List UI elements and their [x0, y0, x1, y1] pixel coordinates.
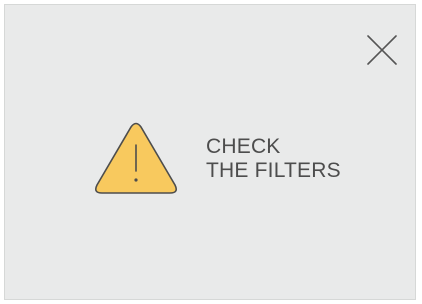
close-button[interactable]	[361, 31, 401, 71]
alert-message: CHECK THE FILTERS	[206, 135, 341, 183]
close-icon[interactable]	[361, 31, 401, 71]
filter-alert-panel: CHECK THE FILTERS	[4, 4, 416, 300]
screen: CHECK THE FILTERS	[0, 0, 422, 304]
warning-triangle-icon	[93, 121, 179, 197]
alert-message-line-2: THE FILTERS	[206, 159, 341, 182]
alert-message-line-1: CHECK	[206, 135, 281, 158]
